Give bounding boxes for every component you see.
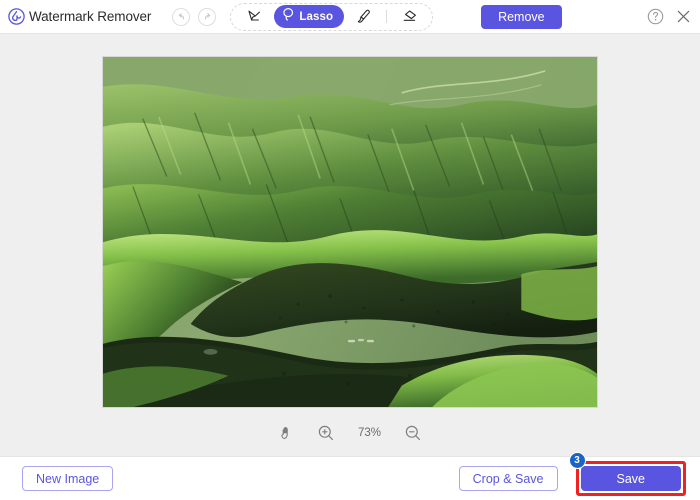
- brand: Watermark Remover: [8, 8, 151, 25]
- redo-button[interactable]: [198, 7, 217, 26]
- save-button[interactable]: Save: [580, 466, 681, 491]
- editor-canvas[interactable]: 73%: [0, 34, 700, 456]
- header-right-controls: [646, 0, 692, 33]
- zoom-in-icon[interactable]: [317, 423, 336, 442]
- footer-right-actions: Crop & Save 3 Save: [458, 452, 686, 500]
- app-header: Watermark Remover Lasso Remove: [0, 0, 700, 34]
- history-controls: [172, 7, 217, 26]
- undo-button[interactable]: [172, 7, 191, 26]
- lasso-icon: [282, 7, 295, 26]
- eraser-tool[interactable]: [394, 5, 424, 29]
- magic-wand-tool[interactable]: [239, 5, 269, 29]
- new-image-button[interactable]: New Image: [22, 466, 114, 491]
- app-title: Watermark Remover: [29, 9, 152, 24]
- zoom-level-label: 73%: [357, 426, 382, 439]
- zoom-toolbar: 73%: [0, 423, 700, 442]
- tool-divider: [386, 10, 388, 23]
- hand-pan-icon[interactable]: [278, 423, 297, 442]
- close-x-icon[interactable]: [674, 8, 692, 26]
- tool-group: Lasso: [230, 2, 434, 31]
- save-button-highlight: 3 Save: [568, 452, 686, 496]
- question-circle-icon[interactable]: [646, 8, 664, 26]
- zoom-out-icon[interactable]: [404, 423, 423, 442]
- crop-and-save-button[interactable]: Crop & Save: [458, 466, 558, 491]
- brush-tool[interactable]: [349, 5, 379, 29]
- remove-button[interactable]: Remove: [481, 4, 562, 29]
- watermark-remover-window: Watermark Remover Lasso Remove 73% New I…: [0, 0, 700, 500]
- app-footer: New Image Crop & Save 3 Save: [0, 452, 700, 500]
- landscape-photo: [103, 57, 597, 407]
- lasso-tool[interactable]: Lasso: [274, 5, 345, 28]
- lasso-tool-label: Lasso: [299, 10, 334, 23]
- image-preview[interactable]: [102, 56, 598, 408]
- waterdrop-logo-icon: [8, 8, 25, 25]
- step-badge: 3: [568, 452, 586, 469]
